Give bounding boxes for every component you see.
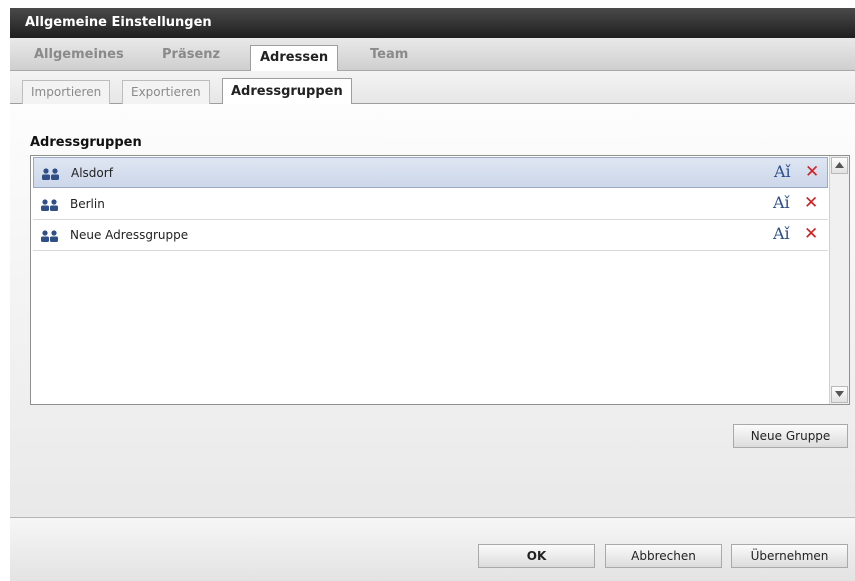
address-group-list[interactable]: Alsdorf Aǐ ✕ Berlin Aǐ ✕ Neue Adressgrup… xyxy=(30,155,850,405)
arrow-up-icon xyxy=(835,162,844,168)
delete-icon[interactable]: ✕ xyxy=(804,193,818,213)
delete-icon[interactable]: ✕ xyxy=(804,224,818,244)
rename-icon[interactable]: Aǐ xyxy=(774,162,791,181)
apply-button[interactable]: Übernehmen xyxy=(731,544,848,568)
scroll-up-button[interactable] xyxy=(831,157,848,174)
new-group-button[interactable]: Neue Gruppe xyxy=(733,424,848,448)
subtab-exportieren[interactable]: Exportieren xyxy=(122,80,210,104)
cancel-button[interactable]: Abbrechen xyxy=(605,544,722,568)
subtab-importieren[interactable]: Importieren xyxy=(22,80,111,104)
group-icon xyxy=(41,199,58,211)
tab-allgemeines[interactable]: Allgemeines xyxy=(34,47,124,62)
section-title: Adressgruppen xyxy=(30,135,142,150)
rename-icon[interactable]: Aǐ xyxy=(773,193,790,212)
main-tabbar: Allgemeines Präsenz Adressen Team xyxy=(10,38,855,71)
list-item[interactable]: Alsdorf Aǐ ✕ xyxy=(33,157,828,188)
tab-praesenz[interactable]: Präsenz xyxy=(162,47,220,62)
list-item[interactable]: Berlin Aǐ ✕ xyxy=(33,189,828,220)
ok-button[interactable]: OK xyxy=(478,544,595,568)
group-icon xyxy=(41,230,58,242)
tab-adressen[interactable]: Adressen xyxy=(250,45,339,71)
dialog-footer xyxy=(10,517,855,581)
list-item[interactable]: Neue Adressgruppe Aǐ ✕ xyxy=(33,220,828,251)
group-name: Berlin xyxy=(70,197,105,211)
delete-icon[interactable]: ✕ xyxy=(805,162,819,182)
group-icon xyxy=(42,168,59,180)
arrow-down-icon xyxy=(835,391,844,397)
group-name: Alsdorf xyxy=(71,166,113,180)
sub-tabbar: Importieren Exportieren Adressgruppen xyxy=(10,71,855,104)
vertical-scrollbar[interactable] xyxy=(829,156,849,404)
tab-team[interactable]: Team xyxy=(370,47,408,62)
window-title: Allgemeine Einstellungen xyxy=(10,8,855,38)
subtab-adressgruppen[interactable]: Adressgruppen xyxy=(222,78,352,104)
group-name: Neue Adressgruppe xyxy=(70,228,189,242)
scroll-down-button[interactable] xyxy=(831,386,848,403)
rename-icon[interactable]: Aǐ xyxy=(773,224,790,243)
